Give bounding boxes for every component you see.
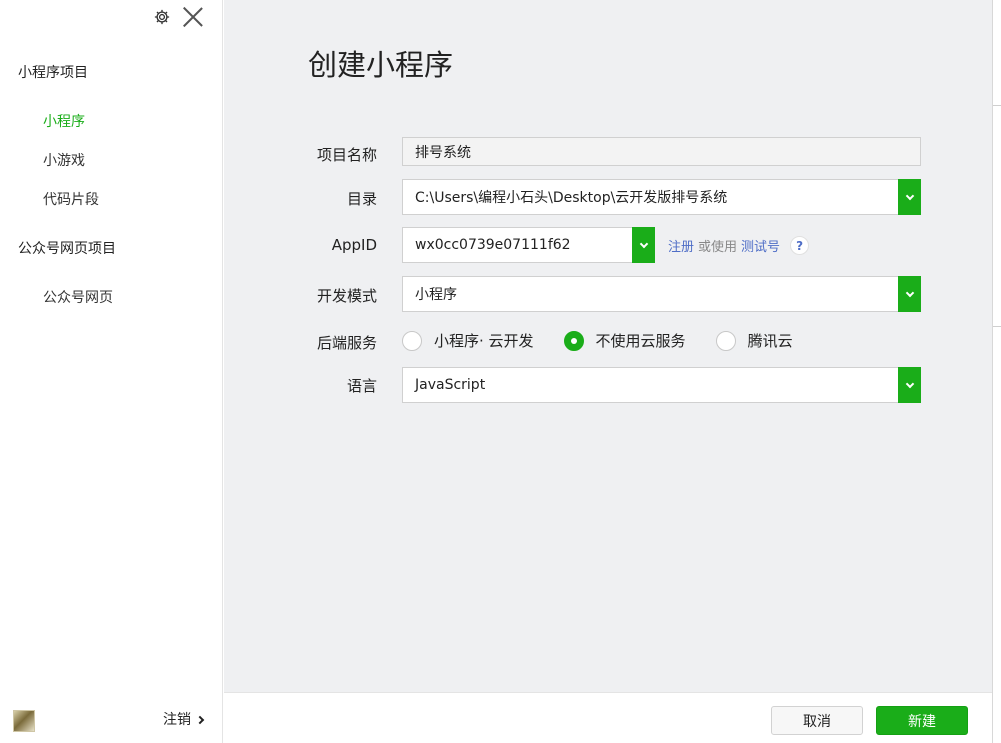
directory-label: 目录 [346,190,377,208]
avatar[interactable] [13,710,35,732]
project-name-input[interactable]: 排号系统 [402,137,921,166]
sidebar-toolbar [152,6,204,28]
background-window-edge [992,0,1001,743]
divider [993,326,1001,327]
directory-dropdown-button[interactable] [898,179,921,215]
language-value: JavaScript [415,377,486,393]
appid-dropdown-button[interactable] [632,227,655,263]
or-use-text: 或使用 [698,240,738,255]
backend-label: 后端服务 [316,334,377,352]
help-icon[interactable]: ? [790,236,810,255]
chevron-down-icon [905,191,914,200]
directory-input[interactable]: C:\Users\编程小石头\Desktop\云开发版排号系统 [402,179,921,215]
radio-cloud-dev-circle[interactable] [402,330,422,351]
dev-mode-select[interactable]: 小程序 [402,276,921,312]
sidebar-item-minigame[interactable]: 小游戏 [43,150,85,170]
sidebar-item-official-webpage[interactable]: 公众号网页 [43,287,113,307]
appid-label: AppID [331,236,377,254]
appid-links: 注册 或使用 测试号 ? [668,236,810,255]
appid-input[interactable]: wx0cc0739e07111f62 [402,227,655,263]
chevron-down-icon [639,239,648,248]
chevron-down-icon [905,288,914,297]
sidebar-item-miniprogram[interactable]: 小程序 [43,111,85,131]
create-project-panel: 创建小程序 项目名称 排号系统 目录 C:\Users\编程小石头\Deskto… [224,0,992,692]
radio-cloud-dev[interactable]: 小程序· 云开发 [402,330,534,351]
register-link[interactable]: 注册 [668,236,694,255]
divider [993,105,1001,106]
gear-icon[interactable] [152,7,172,27]
backend-radio-group: 小程序· 云开发 不使用云服务 腾讯云 [402,330,823,351]
radio-tencent-cloud[interactable]: 腾讯云 [715,330,793,351]
appid-value: wx0cc0739e07111f62 [415,237,571,253]
sidebar-footer: 注销 [0,693,223,743]
radio-tencent-cloud-label: 腾讯云 [747,332,793,350]
radio-no-cloud[interactable]: 不使用云服务 [563,330,686,351]
directory-value: C:\Users\编程小石头\Desktop\云开发版排号系统 [415,190,728,206]
dialog-footer: 取消 新建 [224,692,992,743]
language-select[interactable]: JavaScript [402,367,921,403]
sidebar-item-code-snippet[interactable]: 代码片段 [43,189,99,209]
radio-cloud-dev-label: 小程序· 云开发 [434,332,534,350]
language-dropdown-button[interactable] [898,367,921,403]
sidebar: 小程序项目 小程序 小游戏 代码片段 公众号网页项目 公众号网页 注销 [0,0,223,743]
logout-label: 注销 [163,712,191,728]
logout-button[interactable]: 注销 [163,709,205,729]
radio-tencent-cloud-circle[interactable] [715,330,736,351]
dev-mode-label: 开发模式 [316,287,377,305]
create-button[interactable]: 新建 [876,706,968,735]
cancel-button[interactable]: 取消 [771,706,863,735]
dev-mode-dropdown-button[interactable] [898,276,921,312]
chevron-right-icon [195,715,205,724]
page-title: 创建小程序 [308,48,454,82]
dev-mode-value: 小程序 [415,287,457,303]
chevron-down-icon [905,379,914,388]
sidebar-group-official-account: 公众号网页项目 [18,241,116,257]
sidebar-group-miniprogram: 小程序项目 [18,65,88,81]
project-name-label: 项目名称 [316,146,377,164]
close-icon[interactable] [182,6,204,28]
radio-no-cloud-label: 不使用云服务 [595,332,686,350]
project-name-value: 排号系统 [415,144,471,161]
radio-no-cloud-circle[interactable] [563,330,584,351]
language-label: 语言 [346,377,377,395]
test-account-link[interactable]: 测试号 [741,236,780,255]
